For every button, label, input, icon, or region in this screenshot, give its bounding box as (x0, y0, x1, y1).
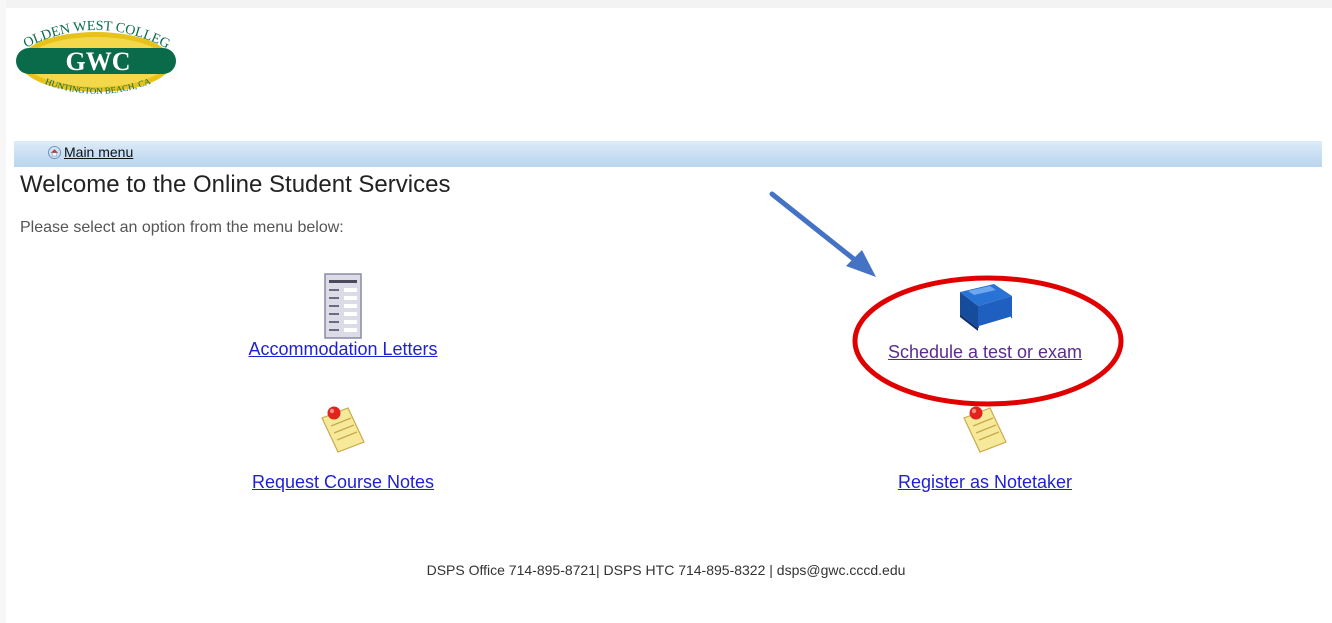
accommodation-letters-link[interactable]: Accommodation Letters (248, 339, 437, 360)
main-menu-link[interactable]: Main menu (48, 143, 133, 161)
schedule-test-link[interactable]: Schedule a test or exam (888, 342, 1082, 363)
gwc-logo[interactable]: GOLDEN WEST COLLEGE GWC HUNTINGTON BEACH… (9, 3, 178, 104)
annotation-overlay (769, 191, 1124, 407)
window-top-edge (0, 0, 1332, 8)
logo-main-text: GWC (66, 47, 131, 76)
register-notetaker-link[interactable]: Register as Notetaker (898, 472, 1072, 493)
home-icon (48, 145, 61, 159)
option-accommodation-letters[interactable]: Accommodation Letters (218, 273, 468, 360)
window-left-edge (0, 0, 6, 623)
page-title: Welcome to the Online Student Services (20, 171, 451, 198)
annotation-arrow-line (769, 191, 863, 267)
nav-bar (14, 141, 1322, 167)
footer-contact: DSPS Office 714-895-8721| DSPS HTC 714-8… (426, 562, 906, 578)
main-menu-label: Main menu (64, 144, 134, 160)
pinned-note-icon[interactable] (318, 404, 368, 454)
request-course-notes-link[interactable]: Request Course Notes (252, 472, 434, 493)
gwc-logo-graphic: GOLDEN WEST COLLEGE GWC HUNTINGTON BEACH… (9, 3, 176, 96)
option-request-course-notes[interactable]: Request Course Notes (218, 404, 468, 493)
option-schedule-test[interactable]: Schedule a test or exam (860, 282, 1110, 363)
instruction-text: Please select an option from the menu be… (20, 219, 344, 236)
blue-book-icon[interactable] (954, 282, 1016, 334)
document-list-icon[interactable] (324, 273, 362, 339)
pinned-note-icon[interactable] (960, 404, 1010, 454)
option-register-notetaker[interactable]: Register as Notetaker (860, 404, 1110, 493)
annotation-arrow-head (846, 250, 876, 277)
